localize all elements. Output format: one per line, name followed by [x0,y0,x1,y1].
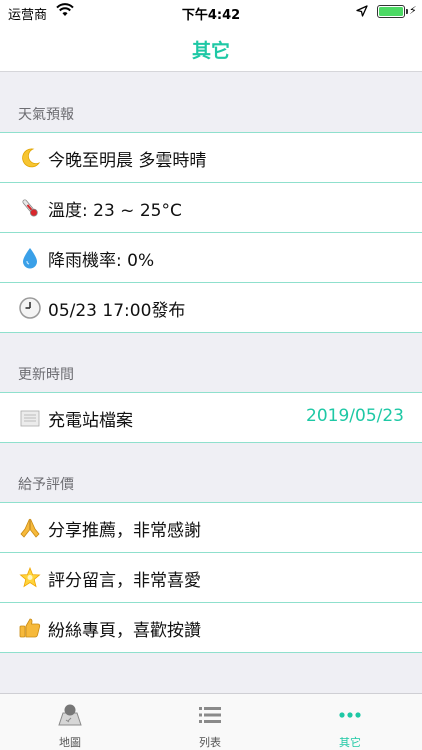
temperature-row: 溫度: 23 ~ 25°C [0,183,422,233]
fan-page-row[interactable]: 紛絲專頁，喜歡按讚 [0,603,422,653]
rate-comment-label: 評分留言，非常喜愛 [48,571,201,591]
section-header-rating: 給予評價 [0,443,422,503]
status-bar: 运营商 下午4:42 ⚡ [0,0,422,24]
settings-list: 天氣預報 今晚至明晨 多雲時晴 溫度: 23 ~ 25°C 降雨機率: 0% 0… [0,73,422,653]
charging-icon: ⚡ [409,4,417,17]
clock-icon [19,297,41,319]
weather-forecast-label: 今晚至明晨 多雲時晴 [48,151,207,171]
tab-map[interactable]: 地圖 [0,694,140,750]
page-title: 其它 [191,40,230,62]
publish-time-label: 05/23 17:00發布 [48,301,186,321]
tab-more-label: 其它 [339,736,361,749]
battery-icon [377,5,408,18]
scroll-icon [20,410,40,427]
tab-bar: 地圖 列表 其它 [0,693,422,750]
tab-more[interactable]: 其它 [280,694,420,750]
thumbs-up-icon [19,618,41,638]
more-dots-icon [339,712,361,718]
section-header-weather: 天氣預報 [0,73,422,133]
praying-hands-icon [20,518,40,538]
share-recommend-label: 分享推薦，非常感謝 [48,521,201,541]
list-icon [199,707,221,723]
tab-list[interactable]: 列表 [140,694,280,750]
temperature-label: 溫度: 23 ~ 25°C [48,201,182,221]
tab-list-label: 列表 [199,736,221,749]
navigation-bar: 其它 [0,24,422,72]
map-icon [58,704,82,726]
rain-chance-row: 降雨機率: 0% [0,233,422,283]
charging-station-file-row[interactable]: 充電站檔案 2019/05/23 [0,393,422,443]
rate-comment-row[interactable]: 評分留言，非常喜愛 [0,553,422,603]
share-recommend-row[interactable]: 分享推薦，非常感謝 [0,503,422,553]
thermometer-icon [22,199,38,217]
location-arrow-icon [356,5,368,17]
section-header-update: 更新時間 [0,333,422,393]
droplet-icon [23,248,37,269]
crescent-moon-icon [22,148,41,168]
tab-map-label: 地圖 [59,736,81,749]
update-date-value: 2019/05/23 [306,406,404,426]
charging-station-file-label: 充電站檔案 [48,411,133,431]
rain-chance-label: 降雨機率: 0% [48,251,155,271]
fan-page-label: 紛絲專頁，喜歡按讚 [48,621,201,641]
publish-time-row: 05/23 17:00發布 [0,283,422,333]
glowing-star-icon [19,566,41,588]
weather-forecast-row: 今晚至明晨 多雲時晴 [0,133,422,183]
